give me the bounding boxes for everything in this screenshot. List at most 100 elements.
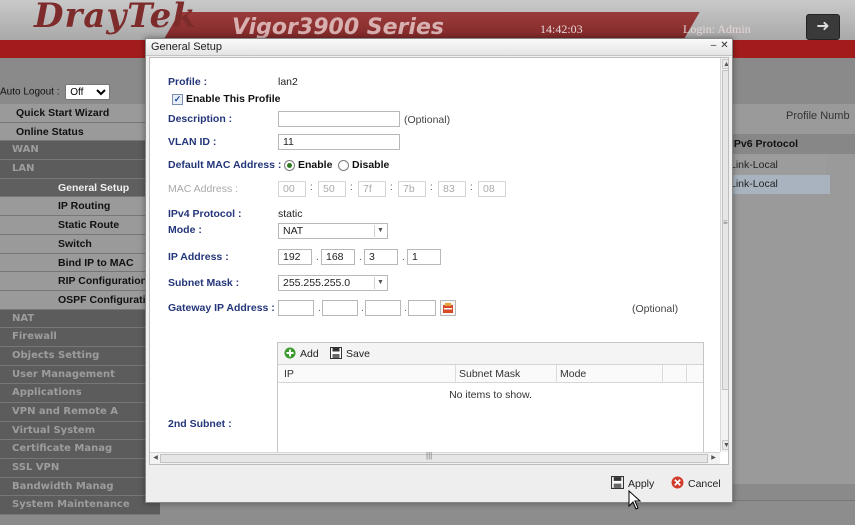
- mouse-cursor-icon: [628, 490, 642, 510]
- profile-label: Profile :: [168, 76, 208, 88]
- scroll-grip-icon: ≡: [723, 218, 728, 227]
- scroll-thumb[interactable]: [160, 454, 708, 463]
- ip-separator: .: [361, 303, 364, 314]
- ip-octet-4[interactable]: 1: [407, 249, 441, 265]
- dialog-body: Profile : lan2 ✓ Enable This Profile Des…: [149, 57, 729, 465]
- gateway-octet-2[interactable]: [322, 300, 358, 316]
- ipv4-protocol-label: IPv4 Protocol :: [168, 208, 242, 220]
- gateway-ip-label: Gateway IP Address :: [168, 302, 275, 314]
- add-subnet-button[interactable]: Add: [284, 346, 319, 362]
- second-subnet-label: 2nd Subnet :: [168, 418, 232, 430]
- cancel-label: Cancel: [688, 478, 721, 490]
- ip-octet-2[interactable]: 168: [321, 249, 355, 265]
- disable-option-label: Disable: [352, 159, 390, 171]
- second-subnet-table: Add Save IP Subnet Mask Mode No items to…: [277, 342, 704, 454]
- column-mode[interactable]: Mode: [560, 368, 586, 380]
- app-header: DrayTek Vigor3900 Series 14:42:03 Login:…: [0, 0, 855, 46]
- enable-profile-label: Enable This Profile: [186, 93, 281, 105]
- scroll-right-icon[interactable]: ▶: [709, 454, 718, 463]
- mac-octet-6[interactable]: 08: [478, 181, 506, 197]
- clock: 14:42:03: [540, 22, 583, 36]
- column-divider: [455, 365, 456, 383]
- mac-separator: :: [390, 182, 393, 193]
- subnet-toolbar: Add Save: [278, 343, 703, 365]
- table-cell: Link-Local: [730, 159, 778, 171]
- table-cell: Link-Local: [730, 178, 778, 190]
- description-input[interactable]: [278, 111, 400, 127]
- logout-icon: ➜: [816, 18, 830, 35]
- mac-octet-2[interactable]: 50: [318, 181, 346, 197]
- gateway-octet-3[interactable]: [365, 300, 401, 316]
- bottom-scrollbar[interactable]: [160, 500, 855, 525]
- enable-option-label: Enable: [298, 159, 333, 171]
- minimize-icon[interactable]: –: [708, 41, 719, 52]
- dialog-footer: Apply Cancel: [146, 467, 732, 502]
- ip-address-label: IP Address :: [168, 251, 229, 263]
- column-divider: [556, 365, 557, 383]
- ip-separator: .: [404, 303, 407, 314]
- login-status: Login: Admin: [683, 22, 751, 36]
- scroll-thumb[interactable]: [722, 70, 728, 390]
- mac-separator: :: [430, 182, 433, 193]
- mac-octet-1[interactable]: 00: [278, 181, 306, 197]
- dialog-title-bar[interactable]: General Setup – ✕: [146, 39, 732, 56]
- mode-value: NAT: [283, 225, 304, 237]
- mac-separator: :: [350, 182, 353, 193]
- cancel-icon: [671, 476, 684, 489]
- scroll-down-icon[interactable]: ▼: [722, 440, 728, 450]
- product-series: Vigor3900 Series: [232, 15, 444, 40]
- auto-logout-select[interactable]: Off: [65, 84, 111, 100]
- ip-separator: .: [318, 303, 321, 314]
- gateway-picker-button[interactable]: [440, 300, 456, 316]
- mode-select[interactable]: NAT ▼: [278, 223, 388, 239]
- ipv4-protocol-value: static: [278, 208, 303, 220]
- default-mac-enable-radio[interactable]: [284, 160, 295, 171]
- ip-separator: .: [316, 252, 319, 263]
- gateway-picker-icon: [443, 303, 453, 313]
- vlan-id-input[interactable]: 11: [278, 134, 400, 150]
- description-label: Description :: [168, 113, 233, 125]
- ip-octet-1[interactable]: 192: [278, 249, 312, 265]
- vlan-id-label: VLAN ID :: [168, 136, 217, 148]
- enable-profile-checkbox[interactable]: ✓: [172, 94, 183, 105]
- close-icon[interactable]: ✕: [719, 41, 730, 52]
- horizontal-scrollbar[interactable]: ◀ ||| ▶: [150, 451, 720, 464]
- mac-address-label: MAC Address :: [168, 183, 239, 195]
- profile-number-label: Profile Numb: [786, 110, 850, 122]
- gateway-octet-4[interactable]: [408, 300, 436, 316]
- mode-label: Mode :: [168, 224, 202, 236]
- ip-octet-3[interactable]: 3: [364, 249, 398, 265]
- auto-logout: Auto Logout : Off: [0, 84, 111, 100]
- column-subnet-mask[interactable]: Subnet Mask: [459, 368, 520, 380]
- ipv6-protocol-column: IPv6 Protocol: [731, 138, 799, 150]
- chevron-down-icon: ▼: [374, 225, 386, 237]
- scroll-left-icon[interactable]: ◀: [151, 454, 160, 463]
- logout-button[interactable]: ➜: [806, 14, 840, 40]
- cancel-button[interactable]: Cancel: [671, 475, 721, 493]
- dialog-title: General Setup: [151, 41, 222, 53]
- ip-separator: .: [402, 252, 405, 263]
- gateway-octet-1[interactable]: [278, 300, 314, 316]
- subnet-table-header: IP Subnet Mask Mode: [278, 365, 703, 383]
- mac-separator: :: [470, 182, 473, 193]
- chevron-down-icon: ▼: [374, 277, 386, 289]
- default-mac-label: Default MAC Address :: [168, 159, 282, 171]
- mac-octet-3[interactable]: 7f: [358, 181, 386, 197]
- default-mac-disable-radio[interactable]: [338, 160, 349, 171]
- column-divider: [686, 365, 687, 383]
- column-divider: [662, 365, 663, 383]
- column-ip[interactable]: IP: [284, 368, 294, 380]
- save-label: Save: [346, 348, 370, 360]
- subnet-mask-value: 255.255.255.0: [283, 277, 351, 289]
- subnet-mask-label: Subnet Mask :: [168, 277, 240, 289]
- empty-table-message: No items to show.: [449, 389, 532, 401]
- add-icon: [284, 347, 296, 359]
- subnet-mask-select[interactable]: 255.255.255.0 ▼: [278, 275, 388, 291]
- vertical-scrollbar[interactable]: ▲ ≡ ▼: [720, 58, 728, 452]
- scroll-up-icon[interactable]: ▲: [722, 59, 728, 69]
- save-icon: [611, 476, 624, 489]
- mac-octet-4[interactable]: 7b: [398, 181, 426, 197]
- mac-separator: :: [310, 182, 313, 193]
- save-subnet-button[interactable]: Save: [330, 346, 370, 362]
- mac-octet-5[interactable]: 83: [438, 181, 466, 197]
